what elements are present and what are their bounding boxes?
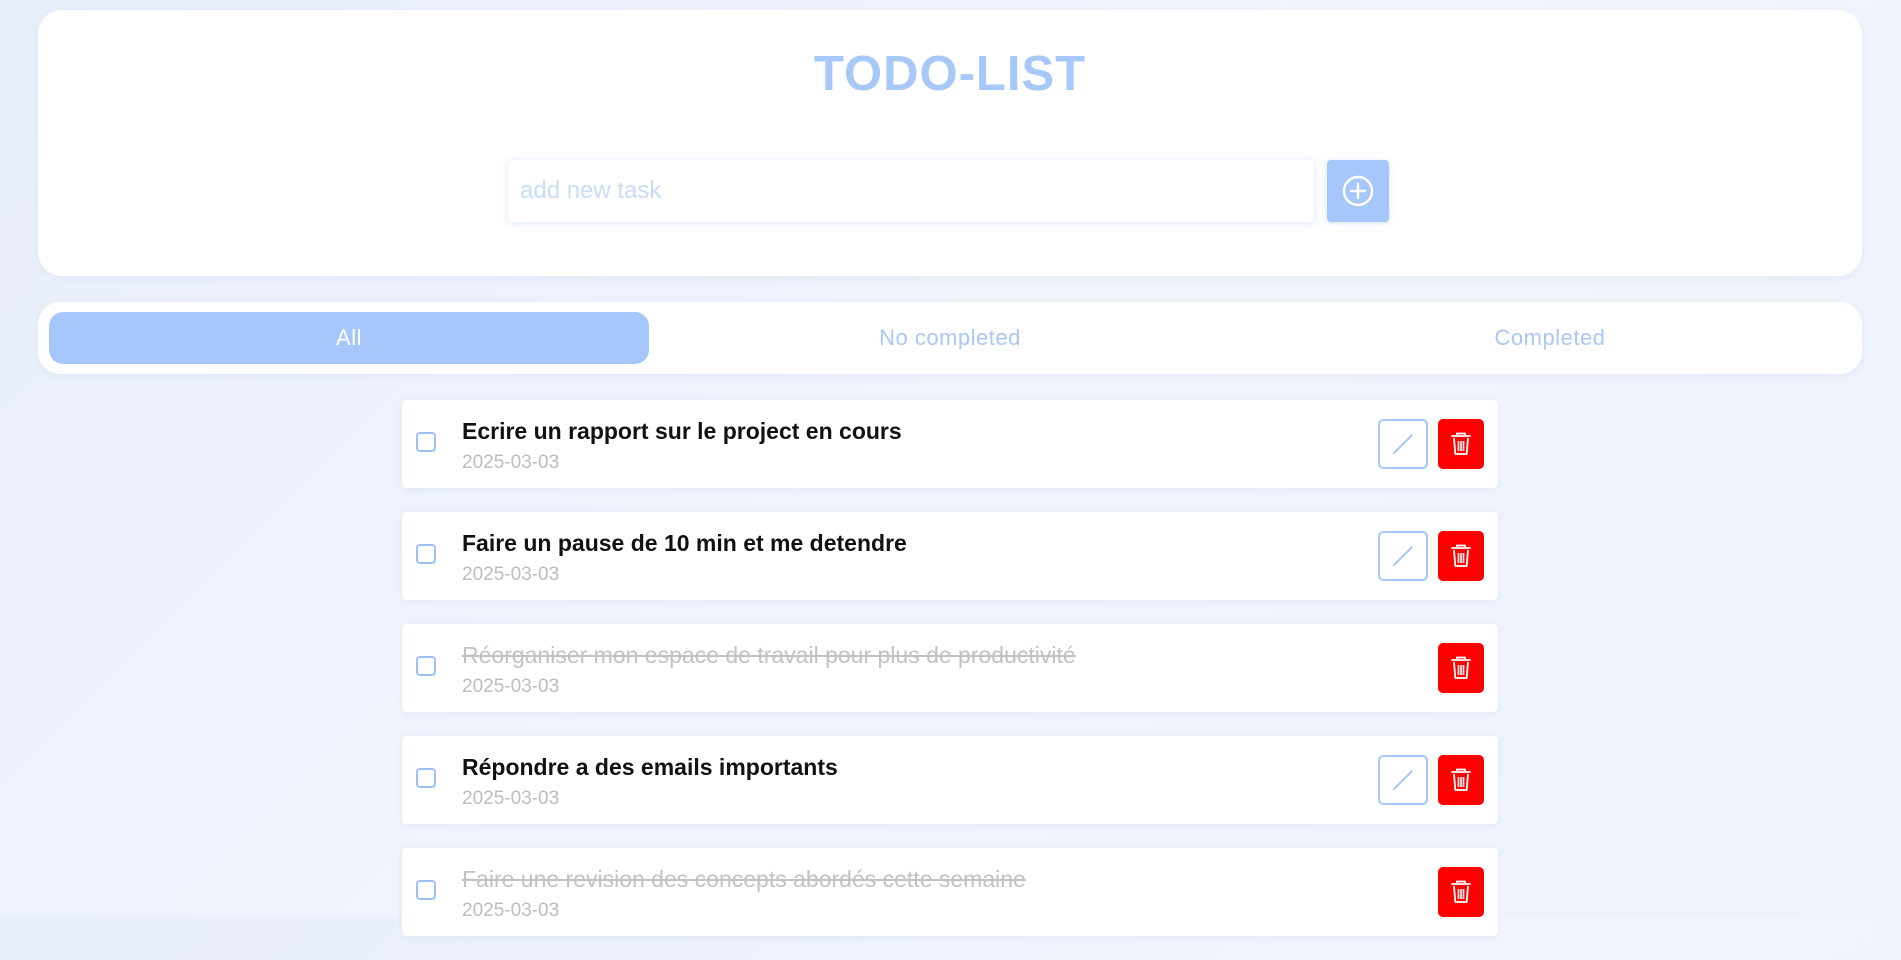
task-list: Ecrire un rapport sur le project en cour… [402, 400, 1498, 960]
delete-button[interactable] [1438, 755, 1484, 805]
task-checkbox[interactable] [416, 432, 436, 452]
edit-button[interactable] [1378, 531, 1428, 581]
trash-icon [1451, 544, 1471, 567]
task-text: Ecrire un rapport sur le project en cour… [462, 418, 902, 444]
trash-icon [1451, 768, 1471, 791]
task-text: Faire un pause de 10 min et me detendre [462, 530, 907, 556]
add-task-button[interactable] [1327, 160, 1389, 222]
add-task-row [508, 160, 1394, 224]
task-checkbox[interactable] [416, 880, 436, 900]
app-title: TODO-LIST [813, 47, 1087, 101]
task-checkbox[interactable] [416, 656, 436, 676]
trash-icon [1451, 432, 1471, 455]
task-item: Faire un pause de 10 min et me detendre … [402, 512, 1498, 600]
task-text: Réorganiser mon espace de travail pour p… [462, 642, 1076, 668]
task-text: Répondre a des emails importants [462, 754, 838, 780]
delete-button[interactable] [1438, 419, 1484, 469]
edit-button[interactable] [1378, 755, 1428, 805]
task-checkbox[interactable] [416, 768, 436, 788]
task-item: Réorganiser mon espace de travail pour p… [402, 624, 1498, 712]
task-item: Ecrire un rapport sur le project en cour… [402, 400, 1498, 488]
task-date: 2025-03-03 [462, 788, 560, 809]
add-task-input[interactable] [508, 160, 1314, 222]
plus-circle-icon [1342, 175, 1374, 207]
edit-button[interactable] [1378, 419, 1428, 469]
delete-button[interactable] [1438, 531, 1484, 581]
task-date: 2025-03-03 [462, 452, 560, 473]
pencil-icon [1393, 434, 1413, 454]
tab-no-completed[interactable]: No completed [650, 312, 1250, 364]
delete-button[interactable] [1438, 867, 1484, 917]
pencil-icon [1393, 546, 1413, 566]
task-date: 2025-03-03 [462, 564, 560, 585]
task-checkbox[interactable] [416, 544, 436, 564]
task-item: Répondre a des emails importants 2025-03… [402, 736, 1498, 824]
task-item: Faire une revision des concepts abordés … [402, 848, 1498, 936]
tab-completed[interactable]: Completed [1250, 312, 1850, 364]
trash-icon [1451, 880, 1471, 903]
task-text: Faire une revision des concepts abordés … [462, 866, 1026, 892]
trash-icon [1451, 656, 1471, 679]
task-date: 2025-03-03 [462, 900, 560, 921]
pencil-icon [1393, 770, 1413, 790]
tab-all[interactable]: All [49, 312, 649, 364]
header-card: TODO-LIST [38, 10, 1862, 276]
delete-button[interactable] [1438, 643, 1484, 693]
filter-bar: All No completed Completed [38, 302, 1862, 374]
task-date: 2025-03-03 [462, 676, 560, 697]
